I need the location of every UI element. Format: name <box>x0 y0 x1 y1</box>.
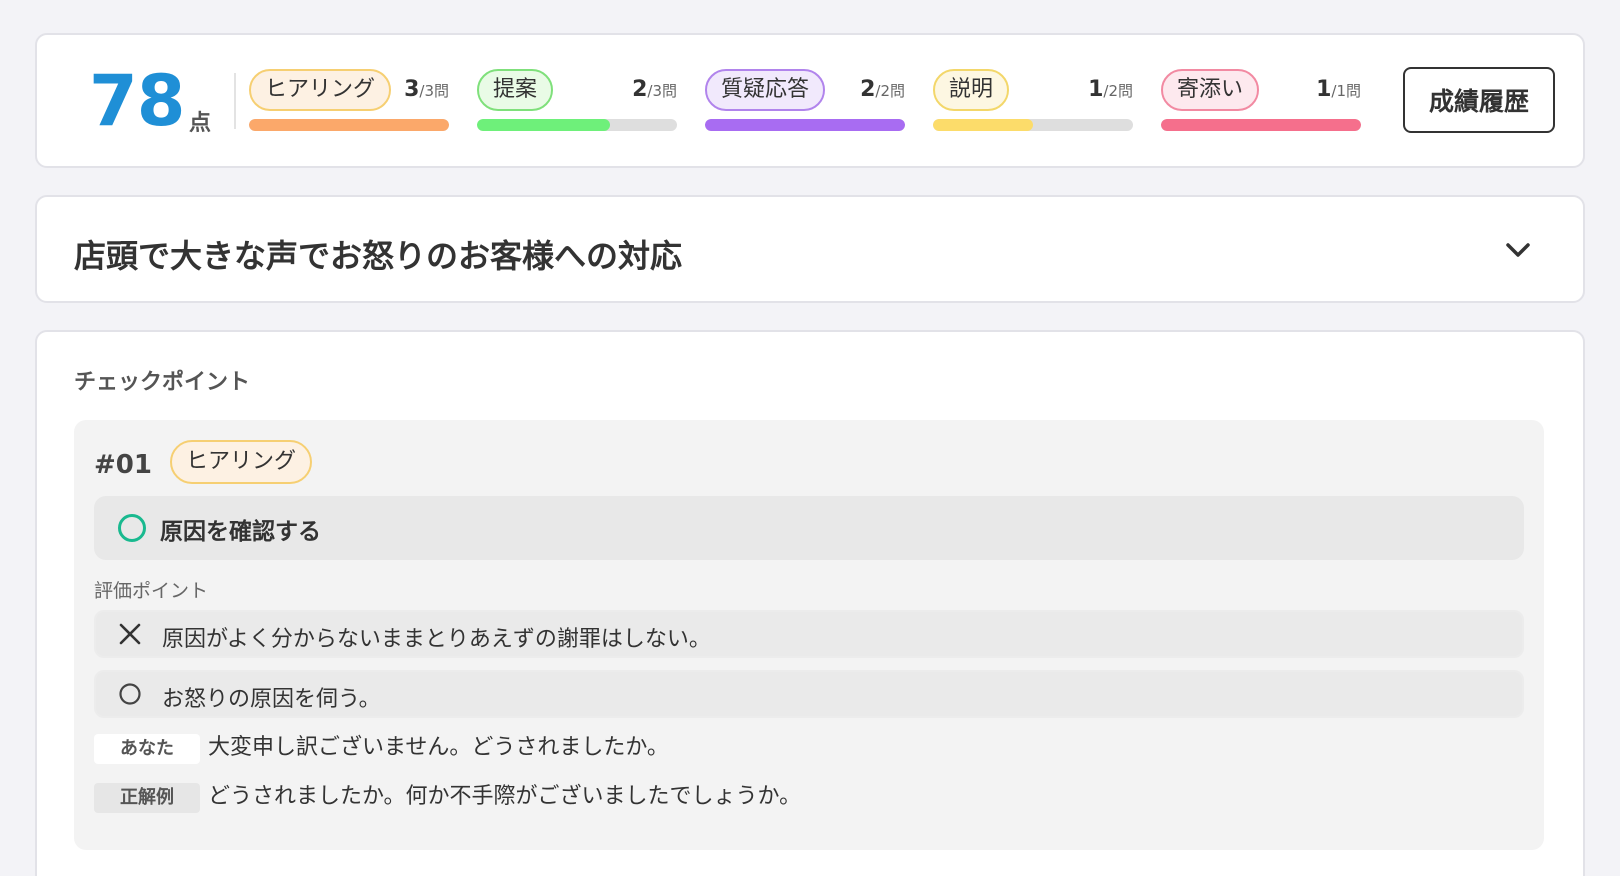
score-unit: 点 <box>189 111 212 136</box>
category-count: 1/1問 <box>1316 77 1361 102</box>
category-qa: 質疑応答 2/2問 <box>705 69 905 131</box>
category-progress-fill <box>1161 119 1361 131</box>
circle-check-icon <box>118 514 146 542</box>
scenario-title: 店頭で大きな声でお怒りのお客様への対応 <box>74 237 683 275</box>
score-history-button[interactable]: 成績履歴 <box>1403 67 1555 133</box>
checkpoint-number: #01 <box>94 450 152 480</box>
category-pill: ヒアリング <box>249 69 392 111</box>
checkpoint-item: #01 ヒアリング 原因を確認する 評価ポイント 原因がよく分からないままとりあ… <box>74 420 1544 850</box>
category-pill: 質疑応答 <box>705 69 826 111</box>
eval-points-label: 評価ポイント <box>94 580 209 602</box>
model-answer-row: 正解例 どうされましたか。何か不手際がございましたでしょうか。 <box>94 781 1524 813</box>
category-progress-fill <box>933 119 1033 131</box>
category-progress-fill <box>705 119 905 131</box>
category-progress-fill <box>477 119 611 131</box>
checkpoint-card: チェックポイント #01 ヒアリング 原因を確認する 評価ポイント 原因がよく分… <box>35 330 1585 876</box>
category-hearing: ヒアリング 3/3問 <box>249 69 449 131</box>
model-answer-tag: 正解例 <box>94 783 200 813</box>
category-count: 1/2問 <box>1088 77 1133 102</box>
category-progress-fill <box>249 119 449 131</box>
checkpoint-goal-text: 原因を確認する <box>160 519 321 545</box>
your-answer-row: あなた 大変申し訳ございません。どうされましたか。 <box>94 732 1524 764</box>
scenario-card[interactable]: 店頭で大きな声でお怒りのお客様への対応 <box>35 195 1585 303</box>
your-answer-tag: あなた <box>94 734 200 764</box>
category-pill: 説明 <box>933 69 1010 111</box>
category-progress-bar <box>249 119 449 131</box>
eval-point-row: 原因がよく分からないままとりあえずの謝罪はしない。 <box>94 610 1524 658</box>
checkpoint-goal: 原因を確認する <box>94 496 1524 560</box>
category-progress-bar <box>1161 119 1361 131</box>
eval-point-row: お怒りの原因を伺う。 <box>94 670 1524 718</box>
category-empathy: 寄添い 1/1問 <box>1161 69 1361 131</box>
eval-point-text: お怒りの原因を伺う。 <box>162 687 381 712</box>
eval-point-text: 原因がよく分からないままとりあえずの謝罪はしない。 <box>162 627 711 652</box>
checkpoint-category-pill: ヒアリング <box>170 440 313 484</box>
score-divider <box>234 73 236 129</box>
category-proposal: 提案 2/3問 <box>477 69 677 131</box>
cross-icon <box>119 623 141 645</box>
category-count: 3/3問 <box>404 77 449 102</box>
checkpoint-section-label: チェックポイント <box>74 370 251 395</box>
category-progress-bar <box>705 119 905 131</box>
circle-icon <box>119 683 141 705</box>
category-progress-bar <box>933 119 1133 131</box>
category-count: 2/3問 <box>632 77 677 102</box>
category-explanation: 説明 1/2問 <box>933 69 1133 131</box>
chevron-down-icon[interactable] <box>1503 235 1533 265</box>
score-card: 78 点 ヒアリング 3/3問 提案 2/3問 質疑応答 2/2問 説明 1/2… <box>35 33 1585 168</box>
category-pill: 寄添い <box>1161 69 1260 111</box>
model-answer-text: どうされましたか。何か不手際がございましたでしょうか。 <box>208 784 802 809</box>
category-pill: 提案 <box>477 69 554 111</box>
category-count: 2/2問 <box>860 77 905 102</box>
your-answer-text: 大変申し訳ございません。どうされましたか。 <box>208 735 669 760</box>
category-progress-bar <box>477 119 677 131</box>
total-score: 78 <box>89 60 185 142</box>
